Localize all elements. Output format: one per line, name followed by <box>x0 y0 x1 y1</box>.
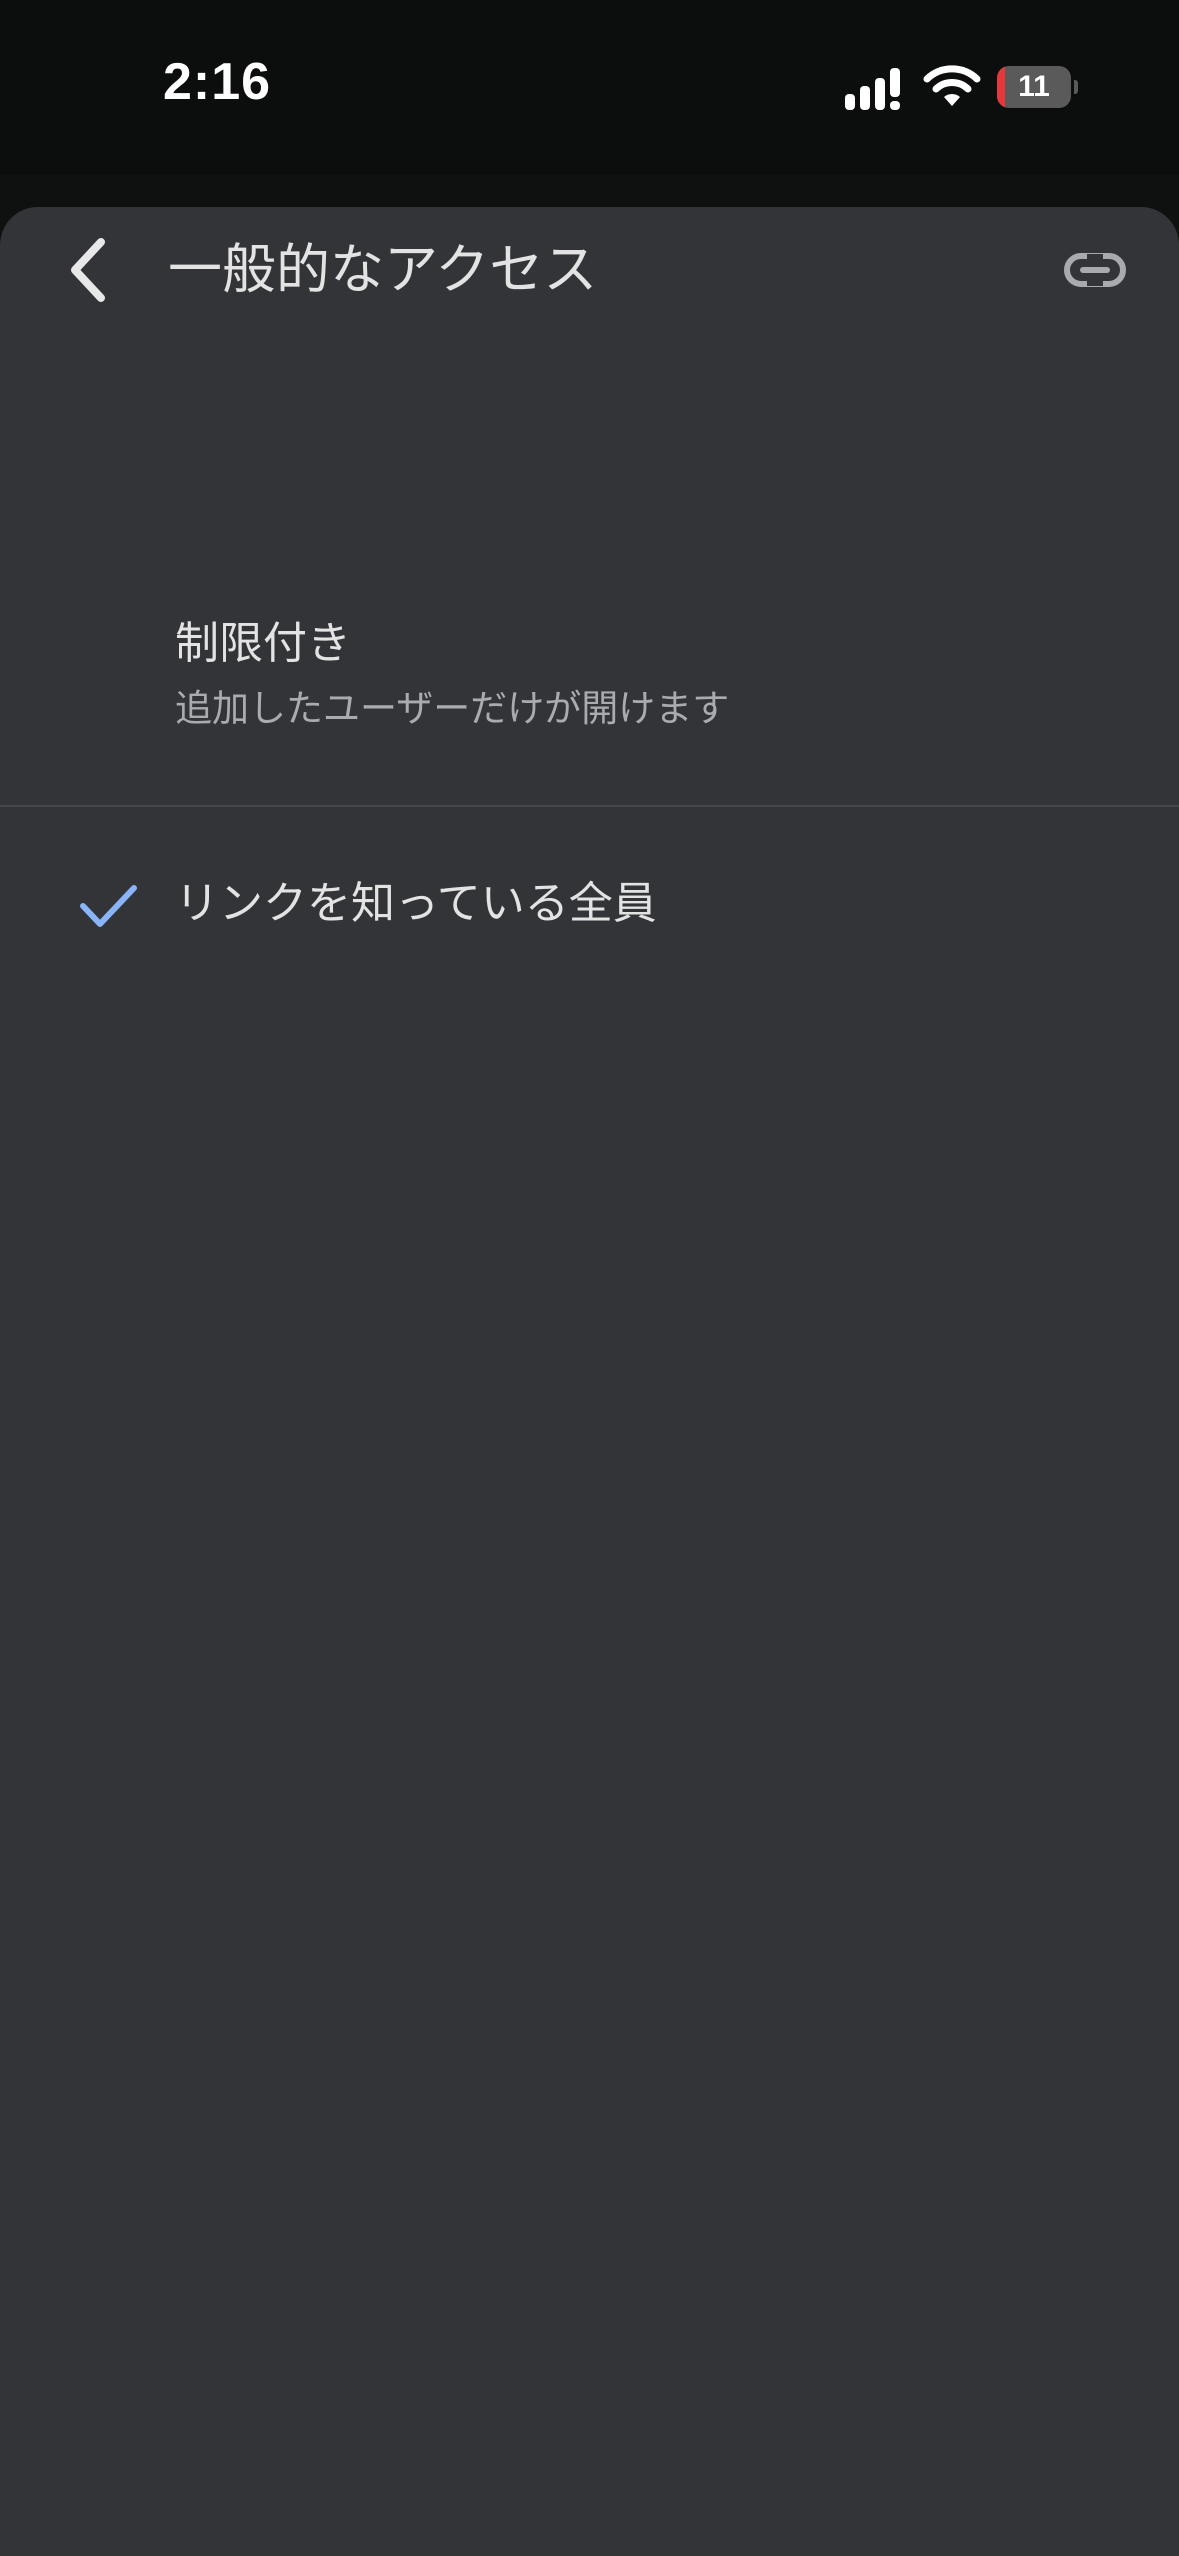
check-icon <box>80 885 137 927</box>
option-restricted-description: 追加したユーザーだけが開けます <box>175 687 730 730</box>
option-restricted-title: 制限付き <box>175 618 351 669</box>
copy-link-button[interactable] <box>1055 240 1135 300</box>
page-title: 一般的なアクセス <box>168 238 598 301</box>
chevron-left-icon <box>71 238 105 302</box>
battery-icon: 11 <box>997 66 1078 108</box>
wifi-icon <box>923 65 981 106</box>
link-icon <box>1064 253 1126 287</box>
option-anyone-with-link[interactable]: リンクを知っている全員 <box>0 830 1179 980</box>
back-button[interactable] <box>52 230 122 310</box>
battery-level: 11 <box>1018 70 1050 103</box>
status-time: 2:16 <box>163 53 272 111</box>
signal-icon <box>845 68 900 110</box>
option-anyone-title: リンクを知っている全員 <box>175 878 657 929</box>
status-bar: 2:16 11 <box>0 0 1179 175</box>
sheet-header: 一般的なアクセス <box>0 210 1179 330</box>
option-restricted[interactable]: 制限付き 追加したユーザーだけが開けます <box>0 590 1179 805</box>
divider <box>0 805 1179 807</box>
general-access-sheet <box>0 207 1179 2556</box>
